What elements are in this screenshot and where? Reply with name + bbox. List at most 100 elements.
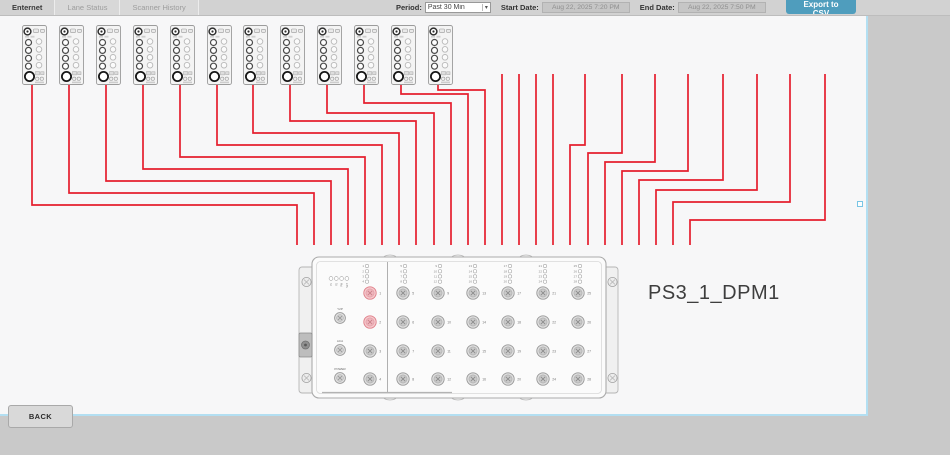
wire (438, 85, 485, 245)
scanner-device[interactable] (244, 26, 268, 85)
chevron-down-icon: ▾ (482, 4, 488, 11)
toolbar-controls: Period: Past 30 Min ▾ Start Date: Aug 22… (396, 0, 776, 15)
port-led-number: 25 (574, 264, 578, 268)
scanner-device[interactable] (23, 26, 47, 85)
dpm-module: P1P2PWNETY2PACAPOWER12341234567856789101… (299, 255, 618, 400)
port-led-number: 10 (434, 269, 438, 273)
tab-lane-status[interactable]: Lane Status (55, 0, 120, 15)
scanner-device[interactable] (281, 26, 305, 85)
scanner-device[interactable] (355, 26, 379, 85)
wire (217, 85, 382, 245)
wire (364, 85, 451, 245)
port-led (438, 275, 441, 278)
wire (32, 85, 297, 245)
port-led (473, 270, 476, 273)
export-csv-label: Export to CSV (795, 0, 847, 14)
port-number: 23 (552, 350, 556, 354)
scanner-device[interactable] (60, 26, 84, 85)
port-led (403, 280, 406, 283)
wiring-diagram: P1P2PWNETY2PACAPOWER12341234567856789101… (0, 16, 866, 414)
wire (327, 85, 434, 245)
port-number: 9 (447, 292, 449, 296)
status-led (334, 277, 338, 281)
scanner-device[interactable] (318, 26, 342, 85)
port-number: 17 (517, 292, 521, 296)
scanner-device[interactable] (208, 26, 232, 85)
port-number: 24 (552, 378, 556, 382)
devices-layer (23, 26, 453, 85)
port-number: 25 (587, 292, 591, 296)
port-led-number: 11 (434, 275, 437, 279)
port-led-number: 26 (574, 269, 578, 273)
port-number: 8 (412, 378, 414, 382)
port-led (473, 264, 476, 267)
port-led (365, 275, 368, 278)
port-led (508, 280, 511, 283)
tab-bar: Enternet Lane Status Scanner History (0, 0, 199, 15)
port-led (543, 270, 546, 273)
period-label: Period: (396, 3, 422, 12)
port-number: 22 (552, 321, 556, 325)
period-select[interactable]: Past 30 Min ▾ (425, 2, 491, 13)
tab-scanner-history[interactable]: Scanner History (120, 0, 198, 15)
port-number: 2 (379, 321, 381, 325)
wire (570, 74, 585, 245)
status-led (345, 277, 349, 281)
port-led (543, 275, 546, 278)
port-number: 14 (482, 321, 486, 325)
port-led-number: 22 (539, 269, 543, 273)
status-led-label: NET (346, 282, 349, 287)
end-date-label: End Date: (640, 3, 675, 12)
scanner-device[interactable] (134, 26, 158, 85)
port-led-number: 12 (434, 280, 438, 284)
port-led (508, 270, 511, 273)
port-led (578, 270, 581, 273)
port-led (473, 275, 476, 278)
end-date-input: Aug 22, 2025 7:50 PM (678, 2, 766, 13)
wire (253, 85, 399, 245)
wire (180, 85, 365, 245)
scanner-device[interactable] (392, 26, 416, 85)
port-number: 5 (412, 292, 414, 296)
scanner-device[interactable] (171, 26, 195, 85)
port-led-number: 27 (574, 275, 578, 279)
port-led-number: 16 (469, 280, 473, 284)
port-led-number: 14 (469, 269, 473, 273)
port-led (365, 264, 368, 267)
port-led (578, 264, 581, 267)
app-screen: Enternet Lane Status Scanner History Per… (0, 0, 950, 455)
port-number: 3 (379, 350, 381, 354)
port-led-number: 23 (539, 275, 543, 279)
port-led-number: 13 (469, 264, 473, 268)
wires-layer (32, 74, 825, 245)
tab-enternet[interactable]: Enternet (0, 0, 55, 15)
port-led-number: 19 (504, 275, 508, 279)
port-led-number: 20 (504, 280, 508, 284)
port-led (365, 270, 368, 273)
start-date-input: Aug 22, 2025 7:20 PM (542, 2, 630, 13)
port-led (403, 264, 406, 267)
port-number: 13 (482, 292, 486, 296)
wire (143, 85, 348, 245)
wiring-diagram-canvas: P1P2PWNETY2PACAPOWER12341234567856789101… (0, 16, 868, 416)
port-led (543, 280, 546, 283)
status-led (340, 277, 344, 281)
scanner-device[interactable] (97, 26, 121, 85)
port-led (473, 280, 476, 283)
dpm-label: PS3_1_DPM1 (648, 282, 780, 304)
wire (290, 85, 416, 245)
scanner-device[interactable] (429, 26, 453, 85)
left-connector-label: POWER (334, 367, 346, 371)
status-led (329, 277, 333, 281)
port-led (543, 264, 546, 267)
port-number: 16 (482, 378, 486, 382)
port-led (438, 270, 441, 273)
selection-handle[interactable] (857, 201, 863, 207)
port-led (578, 275, 581, 278)
back-button[interactable]: BACK (8, 405, 73, 428)
port-number: 6 (412, 321, 414, 325)
port-led (403, 270, 406, 273)
port-number: 26 (587, 321, 591, 325)
export-csv-button[interactable]: Export to CSV (786, 0, 856, 14)
port-number: 28 (587, 378, 591, 382)
